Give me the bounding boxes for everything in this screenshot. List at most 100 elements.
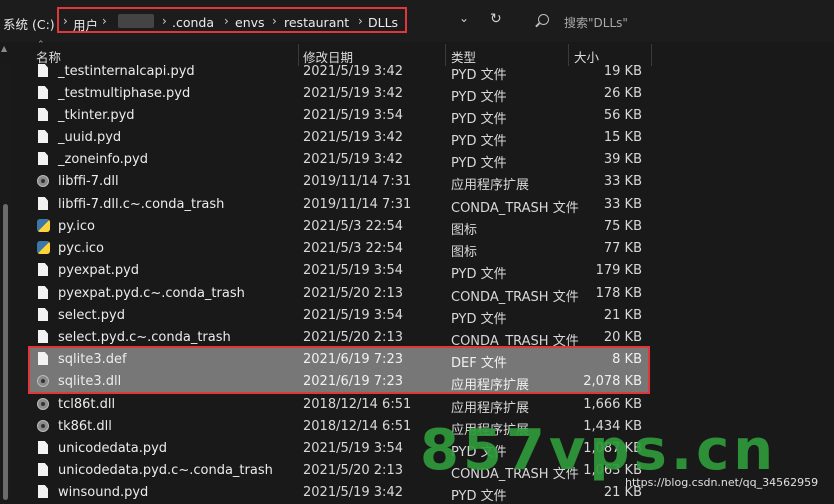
search-icon[interactable] bbox=[538, 14, 549, 25]
file-size: 179 KB bbox=[595, 263, 642, 278]
file-size: 1,666 KB bbox=[583, 397, 642, 412]
file-date: 2021/5/3 22:54 bbox=[303, 219, 403, 234]
file-icon-wrapper bbox=[38, 485, 50, 500]
file-name: _tkinter.pyd bbox=[58, 108, 135, 123]
file-date: 2021/5/19 3:54 bbox=[303, 441, 403, 456]
file-type: PYD 文件 bbox=[451, 68, 507, 83]
file-date: 2021/5/19 3:42 bbox=[303, 86, 403, 101]
file-type: CONDA_TRASH 文件 bbox=[451, 290, 579, 305]
column-divider[interactable] bbox=[651, 44, 652, 66]
chevron-right-icon[interactable]: › bbox=[224, 14, 229, 28]
file-size: 178 KB bbox=[595, 286, 642, 301]
file-icon bbox=[38, 108, 48, 121]
file-icon-wrapper bbox=[38, 64, 50, 79]
dll-gear-icon bbox=[37, 398, 49, 410]
file-type: 应用程序扩展 bbox=[451, 178, 530, 193]
scroll-up-arrow-icon[interactable]: ▲ bbox=[1, 44, 7, 53]
crumb-users[interactable]: 用户 bbox=[73, 15, 98, 34]
file-name: libffi-7.dll bbox=[58, 174, 119, 189]
crumb-envs[interactable]: envs bbox=[235, 15, 265, 30]
file-icon bbox=[38, 286, 48, 299]
python-icon bbox=[37, 219, 50, 232]
file-size: 33 KB bbox=[603, 197, 642, 212]
file-type: PYD 文件 bbox=[451, 312, 507, 327]
file-size: 33 KB bbox=[603, 174, 642, 189]
file-date: 2021/5/19 3:42 bbox=[303, 64, 403, 79]
file-row[interactable]: _tkinter.pyd 2021/5/19 3:54 PYD 文件 56 KB bbox=[30, 104, 650, 127]
file-icon bbox=[38, 308, 48, 321]
file-row[interactable]: select.pyd.c~.conda_trash 2021/5/20 2:13 C… bbox=[30, 326, 650, 349]
file-row[interactable]: pyexpat.pyd 2021/5/19 3:54 PYD 文件 179 KB bbox=[30, 259, 650, 282]
file-size: 19 KB bbox=[603, 64, 642, 79]
chevron-right-icon[interactable]: › bbox=[358, 14, 363, 28]
file-name: _uuid.pyd bbox=[58, 130, 122, 145]
file-row[interactable]: libffi-7.dll.c~.conda_trash 2019/11/14 7:… bbox=[30, 193, 650, 216]
file-name: tcl86t.dll bbox=[58, 397, 116, 412]
file-type: CONDA_TRASH 文件 bbox=[451, 201, 579, 216]
file-name: _testinternalcapi.pyd bbox=[58, 64, 195, 79]
file-name: _testmultiphase.pyd bbox=[58, 86, 191, 101]
file-row[interactable]: libffi-7.dll 2019/11/14 7:31 应用程序扩展 33 KB bbox=[30, 170, 650, 193]
chevron-right-icon[interactable]: › bbox=[102, 14, 107, 28]
file-icon bbox=[38, 64, 48, 77]
file-icon bbox=[38, 197, 48, 210]
chevron-right-icon[interactable]: › bbox=[272, 14, 277, 28]
file-icon-wrapper bbox=[38, 108, 50, 123]
watermark-logo: 857vps.cn bbox=[420, 418, 778, 483]
file-row[interactable]: py.ico 2021/5/3 22:54 图标 75 KB bbox=[30, 215, 650, 238]
file-name: winsound.pyd bbox=[58, 485, 149, 500]
file-size: 39 KB bbox=[603, 152, 642, 167]
chevron-right-icon[interactable]: › bbox=[63, 14, 68, 28]
file-size: 26 KB bbox=[603, 86, 642, 101]
file-row[interactable]: _testmultiphase.pyd 2021/5/19 3:42 PYD 文件 2… bbox=[30, 82, 650, 105]
file-date: 2021/5/20 2:13 bbox=[303, 330, 403, 345]
file-row[interactable]: _testinternalcapi.pyd 2021/5/19 3:42 PYD 文… bbox=[30, 60, 650, 83]
file-name: libffi-7.dll.c~.conda_trash bbox=[58, 197, 225, 212]
file-date: 2021/5/19 3:54 bbox=[303, 108, 403, 123]
file-icon-wrapper bbox=[38, 263, 50, 278]
file-row[interactable]: _zoneinfo.pyd 2021/5/19 3:42 PYD 文件 39 KB bbox=[30, 148, 650, 171]
file-size: 56 KB bbox=[603, 108, 642, 123]
file-icon bbox=[38, 441, 48, 454]
file-icon bbox=[38, 152, 48, 165]
file-icon-wrapper bbox=[38, 463, 50, 478]
file-icon-wrapper bbox=[38, 197, 50, 212]
file-name: unicodedata.pyd bbox=[58, 441, 168, 456]
file-icon bbox=[38, 130, 48, 143]
file-row[interactable]: pyexpat.pyd.c~.conda_trash 2021/5/20 2:13… bbox=[30, 282, 650, 305]
file-date: 2021/5/19 3:42 bbox=[303, 130, 403, 145]
address-bar: 系统 (C:) › 用户 › › .conda › envs › restaur… bbox=[0, 0, 834, 42]
crumb-dlls[interactable]: DLLs bbox=[368, 15, 398, 30]
file-date: 2021/5/19 3:54 bbox=[303, 308, 403, 323]
file-icon-wrapper bbox=[38, 130, 50, 145]
file-icon bbox=[38, 330, 48, 343]
file-row[interactable]: _uuid.pyd 2021/5/19 3:42 PYD 文件 15 KB bbox=[30, 126, 650, 149]
file-name: _zoneinfo.pyd bbox=[58, 152, 148, 167]
refresh-icon[interactable]: ↻ bbox=[490, 11, 502, 27]
file-icon-wrapper bbox=[38, 152, 50, 167]
scrollbar-thumb[interactable] bbox=[3, 204, 8, 500]
file-type: PYD 文件 bbox=[451, 90, 507, 105]
file-name: unicodedata.pyd.c~.conda_trash bbox=[58, 463, 273, 478]
file-icon-wrapper bbox=[37, 397, 50, 412]
selection-highlight-box bbox=[28, 346, 650, 394]
file-icon-wrapper bbox=[37, 174, 50, 189]
file-type: PYD 文件 bbox=[451, 489, 507, 504]
file-row[interactable]: tcl86t.dll 2018/12/14 6:51 应用程序扩展 1,666 KB bbox=[30, 393, 650, 416]
file-name: pyexpat.pyd bbox=[58, 263, 140, 278]
crumb-restaurant[interactable]: restaurant bbox=[284, 15, 349, 30]
crumb-conda[interactable]: .conda bbox=[172, 15, 214, 30]
file-row[interactable]: select.pyd 2021/5/19 3:54 PYD 文件 21 KB bbox=[30, 304, 650, 327]
drive-label[interactable]: 系统 (C:) bbox=[3, 14, 55, 33]
file-icon-wrapper bbox=[37, 419, 50, 434]
file-date: 2021/5/19 3:42 bbox=[303, 152, 403, 167]
file-icon bbox=[38, 485, 48, 498]
file-row[interactable]: pyc.ico 2021/5/3 22:54 图标 77 KB bbox=[30, 237, 650, 260]
chevron-right-icon[interactable]: › bbox=[162, 14, 167, 28]
file-type: PYD 文件 bbox=[451, 112, 507, 127]
redacted-username bbox=[118, 14, 154, 28]
vertical-scrollbar[interactable]: ▲ bbox=[0, 44, 10, 500]
file-name: py.ico bbox=[58, 219, 95, 234]
search-input[interactable]: 搜索"DLLs" bbox=[564, 14, 628, 31]
chevron-down-icon[interactable]: ⌄ bbox=[459, 11, 469, 25]
